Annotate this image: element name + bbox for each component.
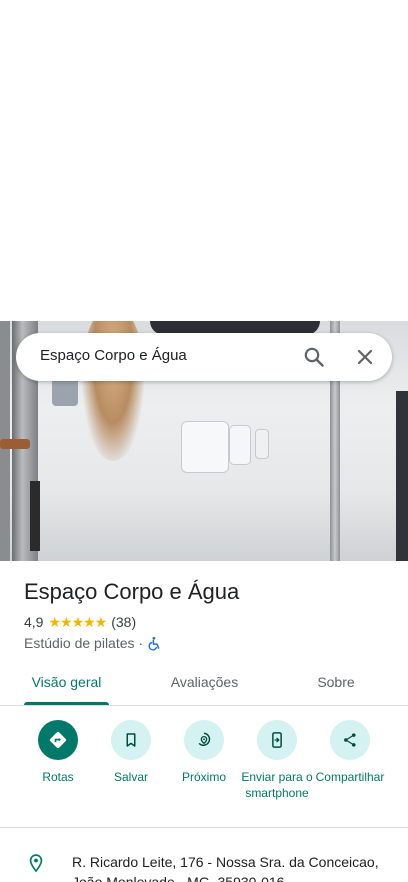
photo-detail <box>30 481 40 551</box>
category-separator: · <box>138 635 144 651</box>
photo-detail <box>181 421 229 473</box>
directions-label: Rotas <box>42 770 74 784</box>
save-label: Salvar <box>113 770 148 784</box>
category-row: Estúdio de pilates · <box>24 634 162 652</box>
share-icon <box>330 720 370 760</box>
tab-reviews[interactable]: Avaliações <box>153 674 256 690</box>
photo-detail <box>255 429 269 459</box>
place-title: Espaço Corpo e Água <box>24 579 240 604</box>
place-category: Estúdio de pilates <box>24 635 135 651</box>
search-bar[interactable]: Espaço Corpo e Água <box>16 333 392 381</box>
search-input[interactable]: Espaço Corpo e Água <box>40 347 187 364</box>
save-button[interactable]: Salvar <box>92 718 170 785</box>
divider <box>0 827 408 828</box>
rating-value: 4,9 <box>24 614 44 630</box>
nearby-button[interactable]: Próximo <box>165 718 243 785</box>
map-area[interactable] <box>0 0 408 321</box>
photo-detail <box>0 439 30 449</box>
nearby-label: Próximo <box>181 770 226 784</box>
share-label: Compartilhar <box>315 770 385 784</box>
review-count: (38) <box>111 614 137 630</box>
action-buttons: Rotas Salvar Próximo Enviar para o smart… <box>0 718 408 826</box>
address-text: R. Ricardo Leite, 176 - Nossa Sra. da Co… <box>72 854 379 882</box>
share-button[interactable]: Compartilhar <box>311 718 389 785</box>
star-rating-icon: ★★★★★ <box>48 613 107 630</box>
send-to-phone-button[interactable]: Enviar para o smartphone <box>238 718 316 801</box>
active-tab-indicator <box>24 702 109 705</box>
search-icon[interactable] <box>302 345 326 369</box>
nearby-icon <box>184 720 224 760</box>
photo-detail <box>229 425 251 465</box>
location-pin-icon <box>26 852 46 874</box>
photo-detail <box>396 391 408 561</box>
tab-about[interactable]: Sobre <box>302 674 370 690</box>
close-icon[interactable] <box>353 345 377 369</box>
place-tabs: Visão geral Avaliações Sobre <box>0 660 408 706</box>
directions-icon <box>38 720 78 760</box>
send-to-phone-icon <box>257 720 297 760</box>
tab-overview[interactable]: Visão geral <box>24 674 109 690</box>
bookmark-icon <box>111 720 151 760</box>
directions-button[interactable]: Rotas <box>19 718 97 785</box>
rating-row[interactable]: 4,9 ★★★★★ (38) <box>24 613 136 631</box>
address-row[interactable]: R. Ricardo Leite, 176 - Nossa Sra. da Co… <box>0 846 408 882</box>
send-to-phone-label: Enviar para o smartphone <box>241 770 313 800</box>
wheelchair-accessible-icon <box>147 636 162 651</box>
